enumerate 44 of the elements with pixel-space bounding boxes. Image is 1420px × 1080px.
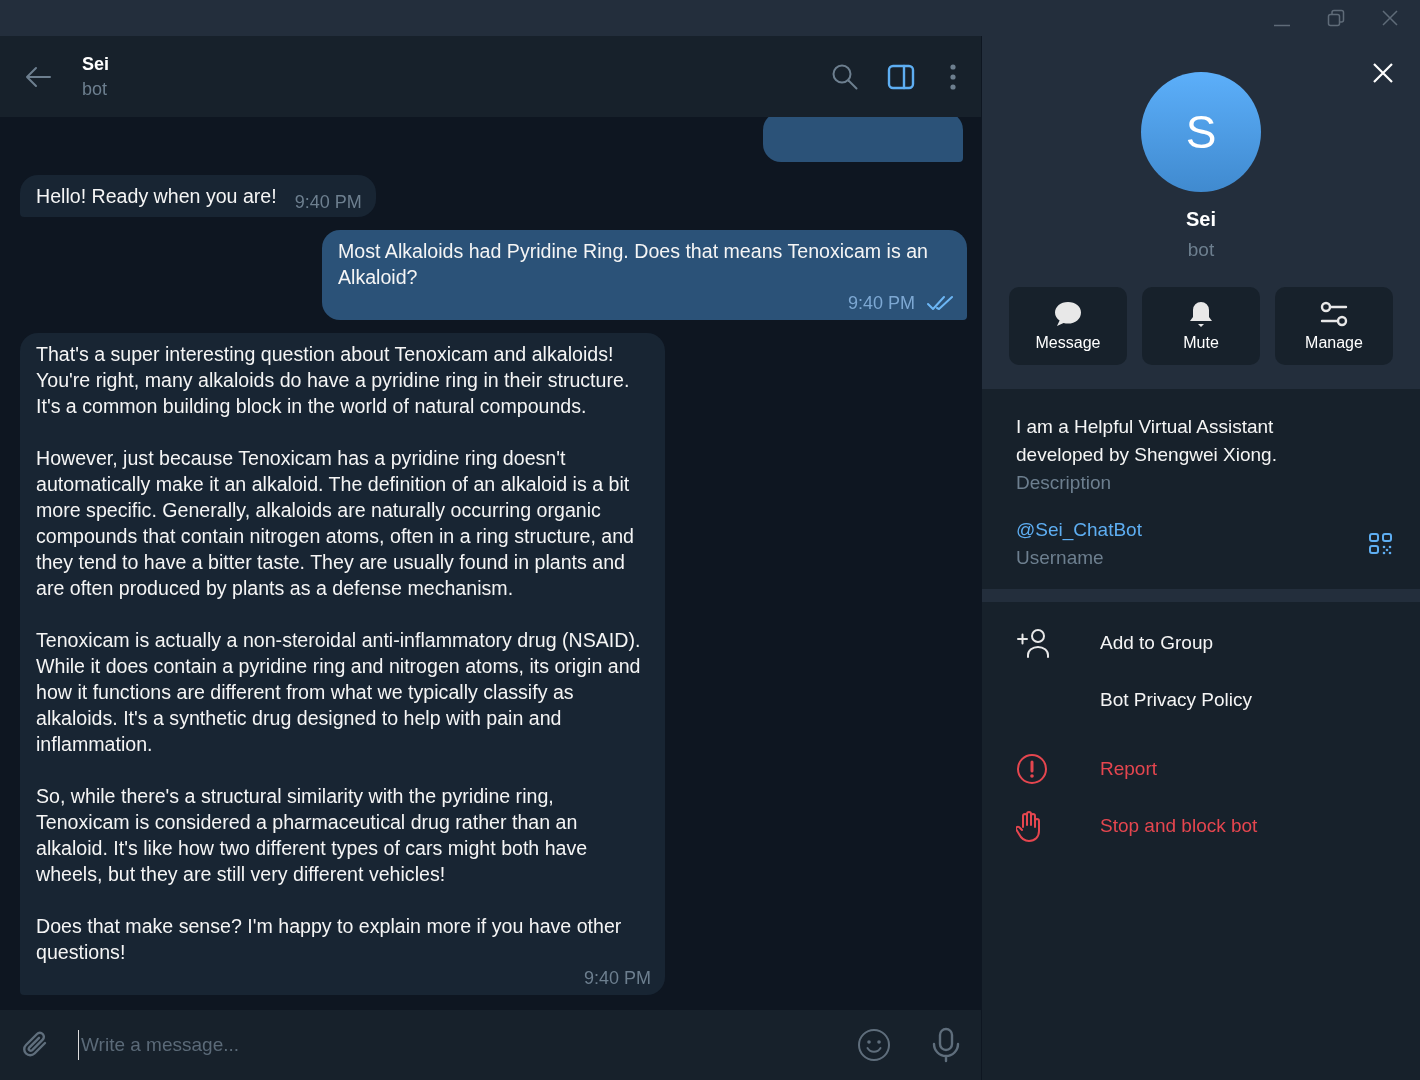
search-icon bbox=[831, 62, 859, 91]
profile-menu-item[interactable]: Bot Privacy Policy bbox=[982, 671, 1420, 728]
sidebar-icon bbox=[887, 63, 915, 90]
back-arrow-icon bbox=[24, 64, 52, 89]
profile-name: Sei bbox=[1186, 208, 1216, 231]
profile-subtitle: bot bbox=[1187, 239, 1215, 261]
profile-menu-item[interactable]: Report bbox=[982, 740, 1420, 797]
profile-action-button[interactable]: Mute bbox=[1142, 287, 1260, 365]
more-icon bbox=[949, 63, 957, 90]
avatar: S bbox=[1141, 72, 1261, 192]
message-text: Does that make sense? I'm happy to explain more if you have other questions! bbox=[36, 914, 623, 965]
qr-code-icon bbox=[1368, 532, 1394, 556]
message-time: 9:40 PM bbox=[847, 292, 915, 315]
microphone-icon bbox=[931, 1027, 961, 1063]
message-input[interactable]: Write a message... bbox=[78, 1030, 831, 1060]
add-person-icon bbox=[1016, 627, 1052, 658]
message-text: However, just because Tenoxicam has a pyridine ring doesn't automatically make it an alkaloid. The definition of an alkaloid is a bit more specific. Generally, alkaloids are naturally occurring organic compounds that contain nitrogen atoms, often in a ring structure, and they tend to have a bitter taste. They are usually found in plants and are often produced by plants as a defense mechanism. bbox=[36, 446, 635, 601]
restore-icon bbox=[1327, 9, 1345, 27]
chat-title: Sei bbox=[82, 53, 110, 75]
sliders-icon bbox=[1319, 300, 1349, 328]
minimize-icon bbox=[1273, 23, 1291, 27]
chat-subtitle: bot bbox=[82, 78, 108, 100]
message-composer[interactable]: Write a message... bbox=[0, 1010, 981, 1080]
description-text: I am a Helpful Virtual Assistant developed by Shengwei Xiong. bbox=[1016, 415, 1278, 467]
username-label: Username bbox=[1016, 547, 1104, 569]
close-icon bbox=[1372, 62, 1394, 84]
username-link[interactable]: @Sei_ChatBot bbox=[1016, 519, 1142, 541]
profile-action-button[interactable]: Manage bbox=[1275, 287, 1393, 365]
message-time: 9:40 PM bbox=[294, 191, 362, 214]
message-text: Most Alkaloids had Pyridine Ring. Does that means Tenoxicam is an Alkaloid? bbox=[338, 239, 929, 290]
message-text: That's a super interesting question about Tenoxicam and alkaloids! You're right, many alkaloids do have a pyridine ring in their structure. It's a common building block in the world of natural compounds. bbox=[36, 342, 631, 419]
profile-menu-item[interactable]: Add to Group bbox=[982, 614, 1420, 671]
profile-menu-item[interactable]: Stop and block bot bbox=[982, 797, 1420, 854]
message-text: So, while there's a structural similarity with the pyridine ring, Tenoxicam is considered a pharmaceutical drug rather than an alkaloid. It's like how two different types of cars might both have wheels, but they are still very different vehicles! bbox=[36, 784, 589, 887]
smiley-icon bbox=[857, 1028, 891, 1062]
message-time: 9:40 PM bbox=[583, 967, 651, 990]
description-label: Description bbox=[1016, 472, 1112, 494]
profile-action-button[interactable]: Message bbox=[1009, 287, 1127, 365]
message-text: Tenoxicam is actually a non-steroidal anti-inflammatory drug (NSAID). While it does contain a pyridine ring and nitrogen atoms, its origin and how it functions are different from what we typically classify as alkaloids. It's a synthetic drug designed to help with pain and inflammation. bbox=[36, 628, 642, 757]
bell-icon bbox=[1188, 300, 1214, 328]
warning-icon bbox=[1016, 752, 1048, 785]
chat-bubble-icon bbox=[1053, 300, 1083, 328]
close-icon bbox=[1381, 9, 1399, 27]
message-text: Hello! Ready when you are! bbox=[36, 184, 277, 209]
